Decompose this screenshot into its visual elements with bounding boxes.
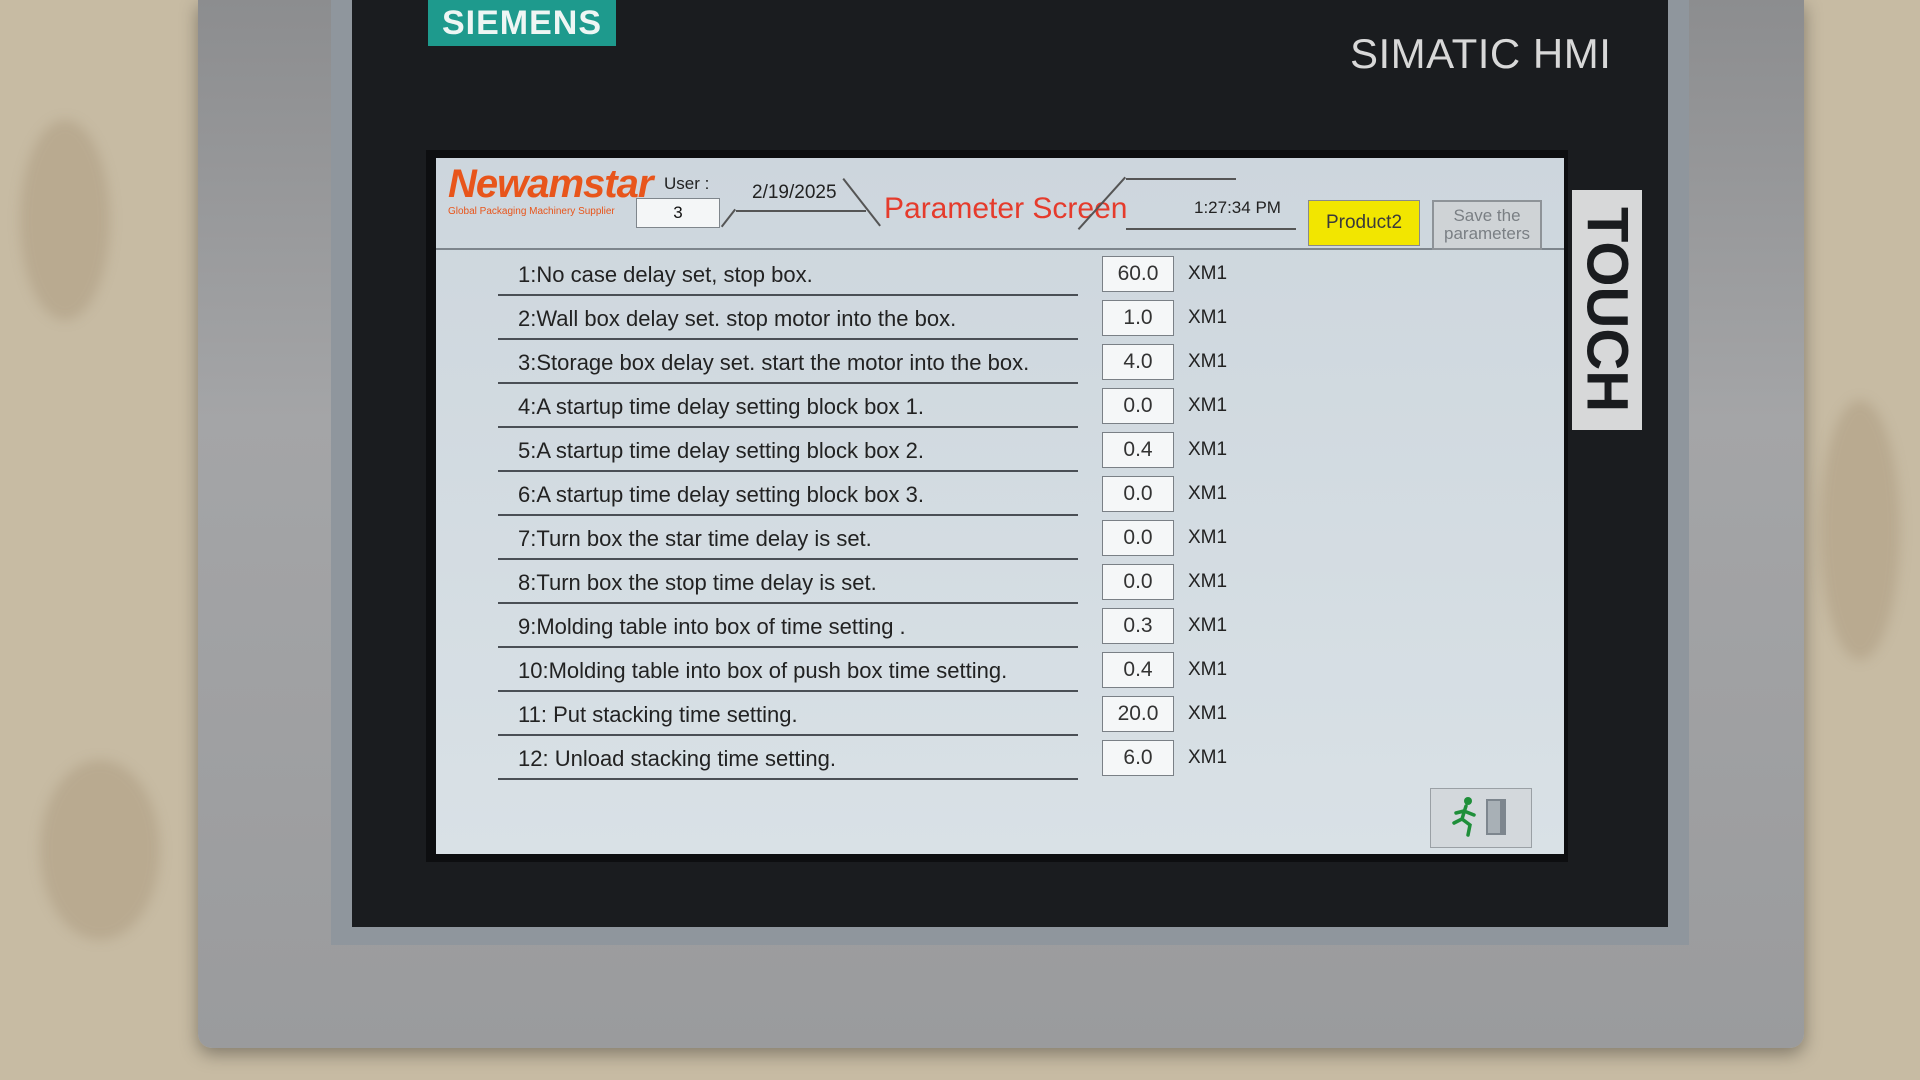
parameter-row: 5:A startup time delay setting block box… [436, 432, 1564, 476]
parameter-input[interactable]: 0.0 [1102, 476, 1174, 512]
parameter-row: 3:Storage box delay set. start the motor… [436, 344, 1564, 388]
parameter-label: 5:A startup time delay setting block box… [498, 432, 1078, 472]
parameter-input[interactable]: 1.0 [1102, 300, 1174, 336]
model-label: SIMATIC HMI [1350, 30, 1612, 77]
parameter-row: 11: Put stacking time setting. 20.0 XM1 [436, 696, 1564, 740]
parameter-row: 9:Molding table into box of time setting… [436, 608, 1564, 652]
header-divider [736, 210, 866, 212]
parameter-unit: XM1 [1188, 263, 1228, 284]
company-logo: Newamstar Global Packaging Machinery Sup… [448, 162, 653, 222]
parameter-label: 4:A startup time delay setting block box… [498, 388, 1078, 428]
exit-run-icon [1446, 793, 1516, 844]
parameter-unit: XM1 [1188, 351, 1228, 372]
parameter-unit: XM1 [1188, 527, 1228, 548]
touch-label: TOUCH [1572, 190, 1642, 430]
parameter-label: 6:A startup time delay setting block box… [498, 476, 1078, 516]
page-title: Parameter Screen [884, 192, 1128, 225]
exit-button[interactable] [1430, 788, 1532, 848]
hmi-screen: Newamstar Global Packaging Machinery Sup… [436, 158, 1564, 854]
parameter-label: 2:Wall box delay set. stop motor into th… [498, 300, 1078, 340]
parameter-unit: XM1 [1188, 439, 1228, 460]
parameter-unit: XM1 [1188, 483, 1228, 504]
parameter-input[interactable]: 0.3 [1102, 608, 1174, 644]
parameter-unit: XM1 [1188, 571, 1228, 592]
parameter-label: 10:Molding table into box of push box ti… [498, 652, 1078, 692]
wall-stain [40, 760, 160, 940]
wall-stain [20, 120, 110, 320]
screen-header: Newamstar Global Packaging Machinery Sup… [436, 158, 1564, 250]
parameter-label: 1:No case delay set, stop box. [498, 256, 1078, 296]
time-display: 1:27:34 PM [1194, 198, 1281, 217]
parameter-input[interactable]: 4.0 [1102, 344, 1174, 380]
company-tagline: Global Packaging Machinery Supplier [448, 206, 615, 217]
parameter-input[interactable]: 0.4 [1102, 432, 1174, 468]
parameter-row: 1:No case delay set, stop box. 60.0 XM1 [436, 256, 1564, 300]
parameter-input[interactable]: 0.0 [1102, 564, 1174, 600]
parameter-unit: XM1 [1188, 703, 1228, 724]
user-field[interactable]: 3 [636, 198, 720, 228]
parameter-row: 4:A startup time delay setting block box… [436, 388, 1564, 432]
brand-logo: SIEMENS [428, 0, 616, 46]
parameter-label: 11: Put stacking time setting. [498, 696, 1078, 736]
parameter-row: 8:Turn box the stop time delay is set. 0… [436, 564, 1564, 608]
header-divider [720, 208, 736, 228]
parameter-row: 6:A startup time delay setting block box… [436, 476, 1564, 520]
parameter-input[interactable]: 20.0 [1102, 696, 1174, 732]
header-divider [1126, 228, 1296, 230]
parameter-label: 7:Turn box the star time delay is set. [498, 520, 1078, 560]
parameter-label: 12: Unload stacking time setting. [498, 740, 1078, 780]
parameter-unit: XM1 [1188, 747, 1228, 768]
parameter-unit: XM1 [1188, 307, 1228, 328]
parameter-input[interactable]: 0.4 [1102, 652, 1174, 688]
wall-stain [1820, 400, 1900, 660]
header-divider [1126, 178, 1236, 180]
parameter-input[interactable]: 0.0 [1102, 388, 1174, 424]
parameter-row: 2:Wall box delay set. stop motor into th… [436, 300, 1564, 344]
parameter-label: 8:Turn box the stop time delay is set. [498, 564, 1078, 604]
user-label: User : [664, 174, 710, 193]
date-display: 2/19/2025 [752, 182, 837, 203]
parameter-input[interactable]: 0.0 [1102, 520, 1174, 556]
parameter-unit: XM1 [1188, 659, 1228, 680]
header-divider [842, 178, 881, 227]
parameter-unit: XM1 [1188, 395, 1228, 416]
parameter-label: 9:Molding table into box of time setting… [498, 608, 1078, 648]
parameter-label: 3:Storage box delay set. start the motor… [498, 344, 1078, 384]
parameter-row: 7:Turn box the star time delay is set. 0… [436, 520, 1564, 564]
save-parameters-button[interactable]: Save the parameters [1432, 200, 1542, 250]
product-button[interactable]: Product2 [1308, 200, 1420, 246]
parameter-unit: XM1 [1188, 615, 1228, 636]
parameter-row: 12: Unload stacking time setting. 6.0 XM… [436, 740, 1564, 784]
parameter-input[interactable]: 6.0 [1102, 740, 1174, 776]
parameter-input[interactable]: 60.0 [1102, 256, 1174, 292]
parameter-row: 10:Molding table into box of push box ti… [436, 652, 1564, 696]
company-name: Newamstar [448, 162, 653, 206]
